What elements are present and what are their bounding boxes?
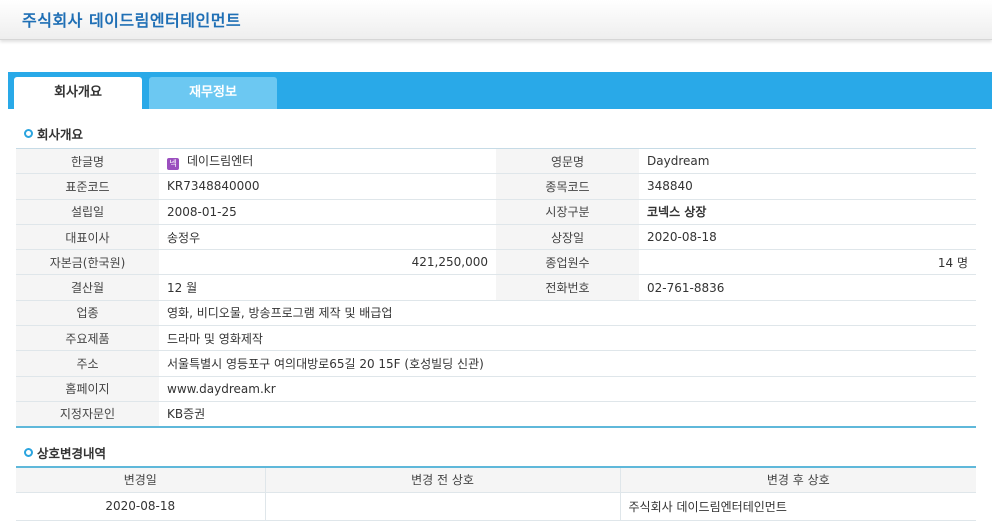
address-value: 서울특별시 영등포구 여의대방로65길 20 15F (호성빌딩 신관) (159, 350, 976, 377)
page-title: 주식회사 데이드림엔터테인먼트 (22, 11, 242, 30)
capital-value: 421,250,000 (159, 249, 496, 276)
industry-value: 영화, 비디오물, 방송프로그램 제작 및 배급업 (159, 300, 976, 327)
table-row: 한글명 넥 데이드림엔터 영문명 Daydream (16, 148, 976, 175)
table-row: 대표이사 송정우 상장일 2020-08-18 (16, 224, 976, 251)
history-before-cell (265, 492, 621, 521)
column-header-before: 변경 전 상호 (265, 467, 621, 493)
bullet-icon (24, 448, 33, 457)
bullet-icon (24, 129, 33, 138)
phone-value: 02-761-8836 (639, 274, 976, 301)
korean-name-value: 데이드림엔터 (187, 154, 254, 169)
english-name-value: Daydream (639, 148, 976, 175)
tab-financial-info[interactable]: 재무정보 (149, 77, 277, 109)
korean-name-label: 한글명 (16, 148, 159, 175)
table-row: 2020-08-18 주식회사 데이드림엔터테인먼트 (16, 492, 976, 521)
capital-label: 자본금(한국원) (16, 249, 159, 276)
listed-value: 2020-08-18 (639, 224, 976, 251)
tab-company-overview[interactable]: 회사개요 (14, 77, 142, 109)
products-value: 드라마 및 영화제작 (159, 325, 976, 352)
history-section-title: 상호변경내역 (24, 443, 106, 462)
ticker-value: 348840 (639, 173, 976, 200)
english-name-label: 영문명 (496, 148, 639, 175)
founded-value: 2008-01-25 (159, 199, 496, 225)
industry-label: 업종 (16, 300, 159, 327)
employees-value: 14 명 (639, 249, 976, 276)
std-code-label: 표준코드 (16, 173, 159, 200)
history-after-cell: 주식회사 데이드림엔터테인먼트 (620, 492, 976, 521)
table-row: 업종 영화, 비디오물, 방송프로그램 제작 및 배급업 (16, 300, 976, 327)
table-row: 결산월 12 월 전화번호 02-761-8836 (16, 274, 976, 301)
fiscal-month-label: 결산월 (16, 274, 159, 301)
table-header-row: 변경일 변경 전 상호 변경 후 상호 (16, 467, 976, 493)
employees-label: 종업원수 (496, 249, 639, 276)
overview-section-title: 회사개요 (24, 124, 83, 143)
phone-label: 전화번호 (496, 274, 639, 301)
listed-label: 상장일 (496, 224, 639, 251)
history-date-cell: 2020-08-18 (16, 492, 266, 521)
table-row: 설립일 2008-01-25 시장구분 코넥스 상장 (16, 199, 976, 225)
table-row: 홈페이지 www.daydream.kr (16, 376, 976, 402)
table-row: 표준코드 KR7348840000 종목코드 348840 (16, 173, 976, 200)
overview-section-label: 회사개요 (37, 127, 84, 142)
table-row: 주요제품 드라마 및 영화제작 (16, 325, 976, 352)
table-row: 주소 서울특별시 영등포구 여의대방로65길 20 15F (호성빌딩 신관) (16, 350, 976, 377)
konex-badge-icon: 넥 (167, 158, 179, 171)
homepage-link[interactable]: www.daydream.kr (159, 376, 976, 402)
ceo-label: 대표이사 (16, 224, 159, 251)
table-row: 지정자문인 KB증권 (16, 401, 976, 428)
std-code-value: KR7348840000 (159, 173, 496, 200)
name-history-table: 변경일 변경 전 상호 변경 후 상호 2020-08-18 주식회사 데이드림… (16, 466, 976, 521)
ceo-value: 송정우 (159, 224, 496, 251)
homepage-label: 홈페이지 (16, 376, 159, 402)
company-info-table: 한글명 넥 데이드림엔터 영문명 Daydream 표준코드 KR73488400… (16, 148, 976, 428)
column-header-after: 변경 후 상호 (620, 467, 976, 493)
history-section-label: 상호변경내역 (37, 446, 107, 461)
ticker-label: 종목코드 (496, 173, 639, 200)
fiscal-month-value: 12 월 (159, 274, 496, 301)
market-value: 코넥스 상장 (639, 199, 976, 225)
founded-label: 설립일 (16, 199, 159, 225)
advisor-label: 지정자문인 (16, 401, 159, 428)
address-label: 주소 (16, 350, 159, 377)
tab-bar: 회사개요 재무정보 (8, 72, 992, 109)
market-label: 시장구분 (496, 199, 639, 225)
column-header-date: 변경일 (16, 467, 266, 493)
korean-name-cell: 넥 데이드림엔터 (159, 148, 496, 175)
header-bar: 주식회사 데이드림엔터테인먼트 (0, 0, 992, 40)
advisor-value: KB증권 (159, 401, 976, 428)
table-row: 자본금(한국원) 421,250,000 종업원수 14 명 (16, 249, 976, 276)
products-label: 주요제품 (16, 325, 159, 352)
